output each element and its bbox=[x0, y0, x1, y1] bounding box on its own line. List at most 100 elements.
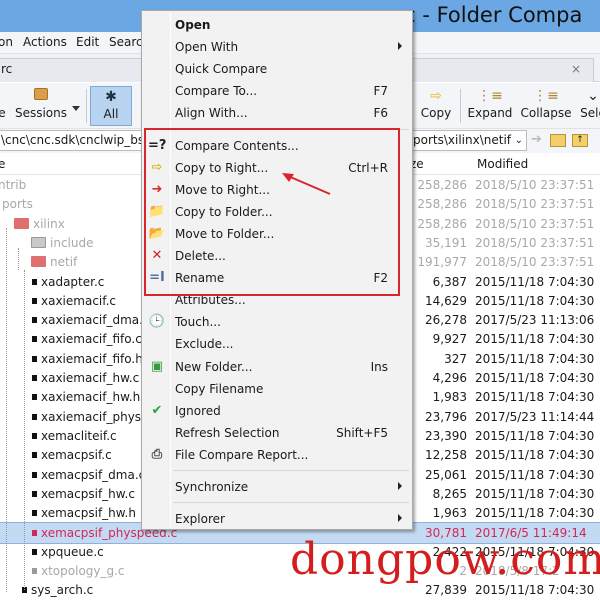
menu-item-exclude[interactable]: Exclude... bbox=[144, 333, 410, 355]
row-size: 8,265 bbox=[432, 486, 467, 501]
row-size: 258,286 bbox=[417, 178, 467, 192]
window-title: src - Folder Compa bbox=[385, 3, 583, 27]
row-name: xpqueue.c bbox=[32, 545, 104, 559]
menu-item-label: Copy Filename bbox=[175, 381, 264, 396]
file-icon bbox=[32, 413, 37, 420]
file-icon bbox=[32, 336, 37, 343]
briefcase-icon bbox=[12, 86, 70, 106]
menu-item-open[interactable]: Open bbox=[144, 14, 410, 36]
sessions-dropdown[interactable] bbox=[70, 86, 82, 126]
menu-item-new-folder[interactable]: ▣ New Folder... Ins bbox=[144, 356, 410, 378]
menu-edit[interactable]: Edit bbox=[76, 35, 99, 49]
touch-clock-icon: 🕒 bbox=[148, 314, 166, 330]
menu-item-shortcut: F7 bbox=[373, 84, 388, 99]
file-icon bbox=[32, 355, 37, 362]
row-name: xemacpsif_dma.c bbox=[32, 468, 145, 482]
row-size: 25,061 bbox=[425, 467, 467, 482]
menu-item-label: Compare To... bbox=[175, 84, 258, 99]
menu-session[interactable]: on bbox=[0, 35, 13, 49]
right-path-input[interactable]: ports\xilinx\netif ⌄ bbox=[410, 130, 527, 151]
row-size: 1,983 bbox=[432, 390, 467, 405]
menu-actions[interactable]: Actions bbox=[23, 35, 67, 49]
menu-item-explorer[interactable]: Explorer bbox=[144, 508, 410, 530]
parent-folder-icon[interactable]: ↑ bbox=[572, 134, 588, 147]
row-name: xemacpsif_hw.c bbox=[32, 487, 135, 501]
home-button[interactable]: e bbox=[0, 86, 8, 126]
row-modified: 2018/5/10 23:37:51 bbox=[475, 216, 595, 231]
copy-button[interactable]: ⇨ Copy bbox=[416, 86, 456, 126]
file-icon bbox=[32, 548, 37, 555]
new-folder-icon: ▣ bbox=[150, 358, 164, 374]
menu-item-label: Open bbox=[175, 18, 211, 32]
row-name: xaxiemacif_fifo.h bbox=[32, 352, 143, 366]
row-modified: 2018/5/10 23:37:51 bbox=[475, 255, 595, 270]
row-name: xemacliteif.c bbox=[32, 429, 117, 443]
row-size: 23,390 bbox=[425, 428, 467, 443]
sessions-button[interactable]: Sessions bbox=[12, 86, 70, 126]
row-size: 23,796 bbox=[425, 409, 467, 424]
file-icon bbox=[32, 278, 37, 285]
menu-item-copy-filename[interactable]: Copy Filename bbox=[144, 378, 410, 400]
menu-item-label: Quick Compare bbox=[175, 62, 268, 77]
collapse-tree-icon: ⋮≡ bbox=[533, 88, 559, 104]
menu-search[interactable]: Searc bbox=[109, 35, 143, 49]
menu-item-file-compare-report[interactable]: ⎙ File Compare Report... bbox=[144, 444, 410, 466]
row-name: xemacpsif_hw.h bbox=[32, 506, 136, 520]
row-modified: 2018/5/10 23:37:51 bbox=[475, 178, 595, 192]
left-path-input[interactable]: \cnc\cnc.sdk\cnclwip_bsp bbox=[0, 130, 143, 151]
row-size: 1,963 bbox=[432, 506, 467, 521]
swap-arrow-icon[interactable]: ➔ bbox=[531, 132, 542, 147]
browse-folder-icon[interactable] bbox=[550, 134, 566, 147]
column-modified[interactable]: Modified bbox=[477, 157, 528, 171]
printer-icon: ⎙ bbox=[151, 446, 163, 462]
collapse-button[interactable]: ⋮≡ Collapse bbox=[518, 86, 574, 126]
close-icon[interactable]: × bbox=[571, 62, 581, 76]
home-icon bbox=[0, 86, 8, 106]
menu-item-shortcut: F6 bbox=[373, 106, 388, 121]
copy-arrow-icon: ⇨ bbox=[430, 88, 442, 104]
row-name: xemacpsif.c bbox=[32, 448, 112, 462]
row-modified: 2017/5/23 11:13:06 bbox=[475, 313, 595, 328]
row-name: ports bbox=[2, 197, 33, 212]
menu-item-refresh-selection[interactable]: Refresh Selection Shift+F5 bbox=[144, 422, 410, 444]
row-name: xaxiemacif_hw.h bbox=[32, 390, 140, 404]
row-size: 327 bbox=[444, 351, 467, 366]
menu-item-open-with[interactable]: Open With bbox=[144, 36, 410, 58]
row-modified: 2015/11/18 7:04:30 bbox=[475, 390, 595, 405]
file-icon bbox=[32, 471, 37, 478]
menu-item-label: New Folder... bbox=[175, 359, 253, 374]
filter-all-button[interactable]: ✱ All bbox=[90, 86, 132, 126]
chevron-down-icon[interactable]: ⌄ bbox=[515, 131, 523, 150]
submenu-arrow-icon bbox=[398, 482, 402, 490]
file-icon bbox=[32, 375, 37, 381]
tree-line bbox=[18, 248, 19, 270]
row-modified: 2017/5/23 11:14:44 bbox=[475, 409, 595, 424]
menu-item-align-with[interactable]: Align With... F6 bbox=[144, 102, 410, 124]
row-size: 14,629 bbox=[425, 293, 467, 308]
menu-item-ignored[interactable]: ✔ Ignored bbox=[144, 400, 410, 422]
row-name: xaxiemacif_physpe bbox=[32, 410, 156, 424]
menu-separator bbox=[173, 470, 409, 471]
toolbar-separator bbox=[86, 89, 87, 123]
toolbar-separator bbox=[460, 89, 461, 123]
menu-item-label: Synchronize bbox=[175, 480, 249, 494]
column-name[interactable]: e bbox=[0, 157, 5, 171]
select-button[interactable]: ⌄ Sele bbox=[578, 86, 600, 126]
menu-item-compare-to[interactable]: Compare To... F7 bbox=[144, 80, 410, 102]
row-name: xaxiemacif_dma.c bbox=[32, 313, 150, 327]
row-modified: 2018/5/10 23:37:51 bbox=[475, 235, 595, 250]
menu-item-touch[interactable]: 🕒 Touch... bbox=[144, 311, 410, 333]
annotation-highlight-box bbox=[144, 128, 400, 296]
row-size: 12,258 bbox=[425, 448, 467, 463]
menu-item-quick-compare[interactable]: Quick Compare bbox=[144, 58, 410, 80]
row-modified: 2015/11/18 7:04:30 bbox=[475, 332, 595, 347]
expand-button[interactable]: ⋮≡ Expand bbox=[466, 86, 514, 126]
menu-item-label: Exclude... bbox=[175, 337, 234, 352]
menu-item-synchronize[interactable]: Synchronize bbox=[144, 476, 410, 498]
file-icon bbox=[32, 452, 37, 459]
row-modified: 2018/5/10 23:37:51 bbox=[475, 197, 595, 212]
row-modified: 2015/11/18 7:04:30 bbox=[475, 351, 595, 366]
row-modified: 2015/11/18 7:04:30 bbox=[475, 486, 595, 501]
row-name: netif bbox=[31, 255, 77, 269]
row-name: xilinx bbox=[14, 217, 65, 231]
